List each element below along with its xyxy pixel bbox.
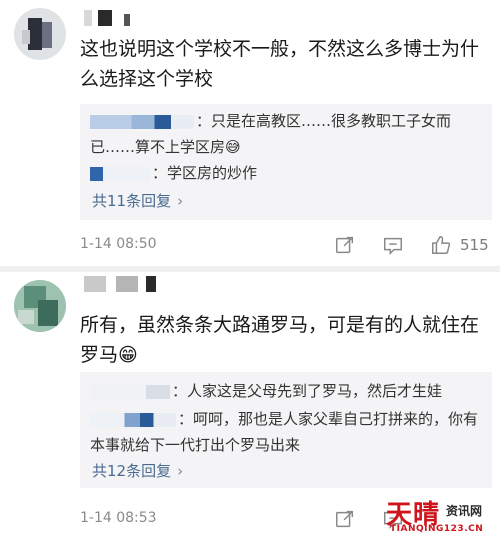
- reply-username-redacted[interactable]: [90, 412, 176, 427]
- comment-text: 这也说明这个学校不一般，不然这么多博士为什么选择这个学校: [80, 38, 480, 90]
- emoji-sweat-icon: 😅: [225, 138, 241, 156]
- comment-icon[interactable]: [382, 234, 406, 258]
- avatar[interactable]: [14, 280, 66, 332]
- more-replies-link[interactable]: 共12条回复 ›: [92, 460, 183, 481]
- comment-text-body: 所有，虽然条条大路通罗马，可是有的人就住在罗马: [80, 314, 480, 366]
- site-watermark: 天晴 资讯网 TIANQING123.CN: [386, 494, 494, 536]
- more-replies-label: 共11条回复: [92, 192, 172, 210]
- watermark-url: TIANQING123.CN: [390, 524, 484, 534]
- reply-item[interactable]: ：学区房的炒作: [90, 160, 482, 186]
- more-replies-label: 共12条回复: [92, 462, 172, 480]
- reply-text: ：学区房的炒作: [152, 164, 258, 182]
- reply-box[interactable]: ：只是在高教区……很多教职工子女而已……算不上学区房😅 ：学区房的炒作 共11条…: [80, 104, 492, 220]
- chevron-right-icon: ›: [177, 462, 184, 480]
- reply-box[interactable]: ：人家这是父母先到了罗马，然后才生娃 ：呵呵，那也是人家父辈自己打拼来的，你有本…: [80, 372, 492, 488]
- comment-text: 所有，虽然条条大路通罗马，可是有的人就住在罗马😁: [80, 310, 482, 370]
- thumbs-up-icon[interactable]: [430, 234, 454, 258]
- reply-username-redacted[interactable]: [90, 114, 194, 129]
- avatar[interactable]: [14, 8, 66, 60]
- username-redacted[interactable]: [84, 10, 154, 28]
- reply-item[interactable]: ：呵呵，那也是人家父辈自己打拼来的，你有本事就给下一代打出个罗马出来: [90, 406, 482, 458]
- comment-item: 这也说明这个学校不一般，不然这么多博士为什么选择这个学校 ：只是在高教区……很多…: [0, 0, 500, 268]
- repost-icon[interactable]: [334, 508, 358, 532]
- comment-meta: 1-14 08:50 515: [80, 234, 500, 258]
- timestamp: 1-14 08:50: [80, 236, 157, 252]
- timestamp: 1-14 08:53: [80, 510, 157, 526]
- chevron-right-icon: ›: [177, 192, 184, 210]
- reply-text: ：人家这是父母先到了罗马，然后才生娃: [172, 382, 443, 400]
- reply-username-redacted[interactable]: [90, 384, 170, 399]
- username-redacted[interactable]: [84, 276, 156, 294]
- reply-username-redacted[interactable]: [90, 166, 150, 181]
- more-replies-link[interactable]: 共11条回复 ›: [92, 190, 183, 211]
- reply-item[interactable]: ：人家这是父母先到了罗马，然后才生娃: [90, 378, 482, 404]
- watermark-subtitle: 资讯网: [446, 504, 483, 518]
- emoji-grin-icon: 😁: [118, 344, 138, 366]
- repost-icon[interactable]: [334, 234, 358, 258]
- like-count: 515: [460, 236, 489, 254]
- reply-item[interactable]: ：只是在高教区……很多教职工子女而已……算不上学区房😅: [90, 108, 482, 160]
